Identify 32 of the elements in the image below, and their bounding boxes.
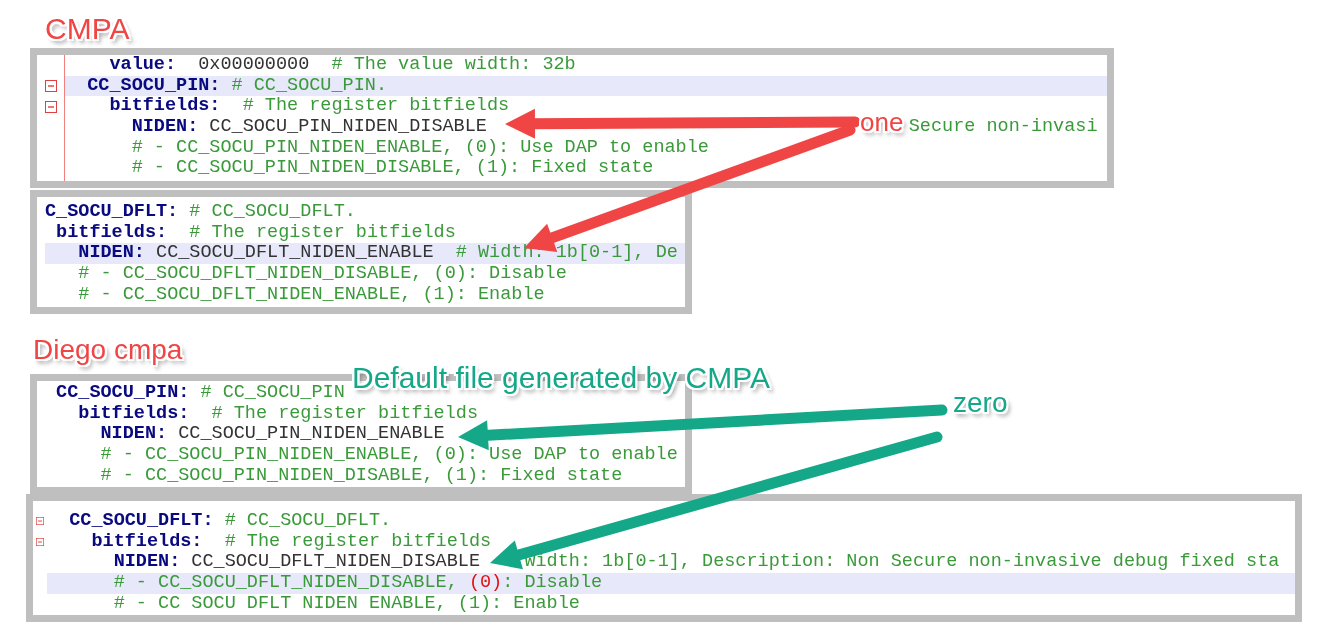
code-line: bitfields: # The register bitfields xyxy=(56,221,456,243)
code-line: # - CC SOCU DFLT NIDEN ENABLE, (1): Enable xyxy=(113,592,580,614)
code-line: CC_SOCU_PIN: # CC_SOCU_PIN. xyxy=(87,74,387,96)
collapse-icon[interactable] xyxy=(44,100,57,113)
code-line: bitfields: # The register bitfields xyxy=(78,402,478,424)
code-line: # - CC_SOCU_PIN_NIDEN_ENABLE, (0): Use DAP to enable xyxy=(100,444,678,466)
code-line: CC_SOCU_DFLT: # CC_SOCU_DFLT. xyxy=(69,510,392,531)
code-line: bitfields: # The register bitfields xyxy=(91,530,492,552)
code-line: Width: 1b[0-1], Description: Non Secure non-invasive debug fixed sta xyxy=(524,552,1280,574)
collapse-icon[interactable] xyxy=(36,538,44,547)
callout-label: Default file generated by CMPA xyxy=(352,361,770,394)
collapse-icon[interactable] xyxy=(36,517,44,526)
callout-label: zero xyxy=(953,388,1008,419)
callout-label: CMPA xyxy=(45,12,130,45)
code-line: NIDEN: CC_SOCU_PIN_NIDEN_ENABLE xyxy=(100,423,445,445)
code-line: # - CC_SOCU_DFLT_NIDEN_DISABLE, (0): Disable xyxy=(113,572,603,594)
code-line: bitfields: # The register bitfields xyxy=(109,95,510,117)
code-line: # - CC_SOCU_PIN_NIDEN_ENABLE, (0): Use DAP to enable xyxy=(131,136,709,158)
code-line: # - CC_SOCU_DFLT_NIDEN_ENABLE, (1): Enable xyxy=(78,283,545,305)
code-line: NIDEN: CC_SOCU_PIN_NIDEN_DISABLE xyxy=(131,116,487,138)
collapse-icon[interactable] xyxy=(44,80,57,93)
code-line: # - CC_SOCU_PIN_NIDEN_DISABLE, (1): Fixed state xyxy=(131,157,654,179)
code-line: NIDEN: CC_SOCU_DFLT_NIDEN_DISABLE xyxy=(113,551,480,573)
callout-label: Diego cmpa xyxy=(33,335,183,366)
code-line: CC_SOCU_PIN: # CC_SOCU_PIN xyxy=(56,382,345,403)
code-line: Secure non-invasi xyxy=(908,117,1098,138)
callout-label: one xyxy=(860,108,904,137)
code-line: NIDEN: CC_SOCU_DFLT_NIDEN_ENABLE # Width: 1b[0-1], De xyxy=(78,242,678,264)
code-line: C_SOCU_DFLT: # CC_SOCU_DFLT. xyxy=(45,201,356,222)
code-line: # - CC_SOCU_PIN_NIDEN_DISABLE, (1): Fixed state xyxy=(100,464,623,486)
code-line: value: 0x00000000 # The value width: 32b xyxy=(109,55,576,75)
code-line: # - CC_SOCU_DFLT_NIDEN_DISABLE, (0): Disable xyxy=(78,263,567,285)
